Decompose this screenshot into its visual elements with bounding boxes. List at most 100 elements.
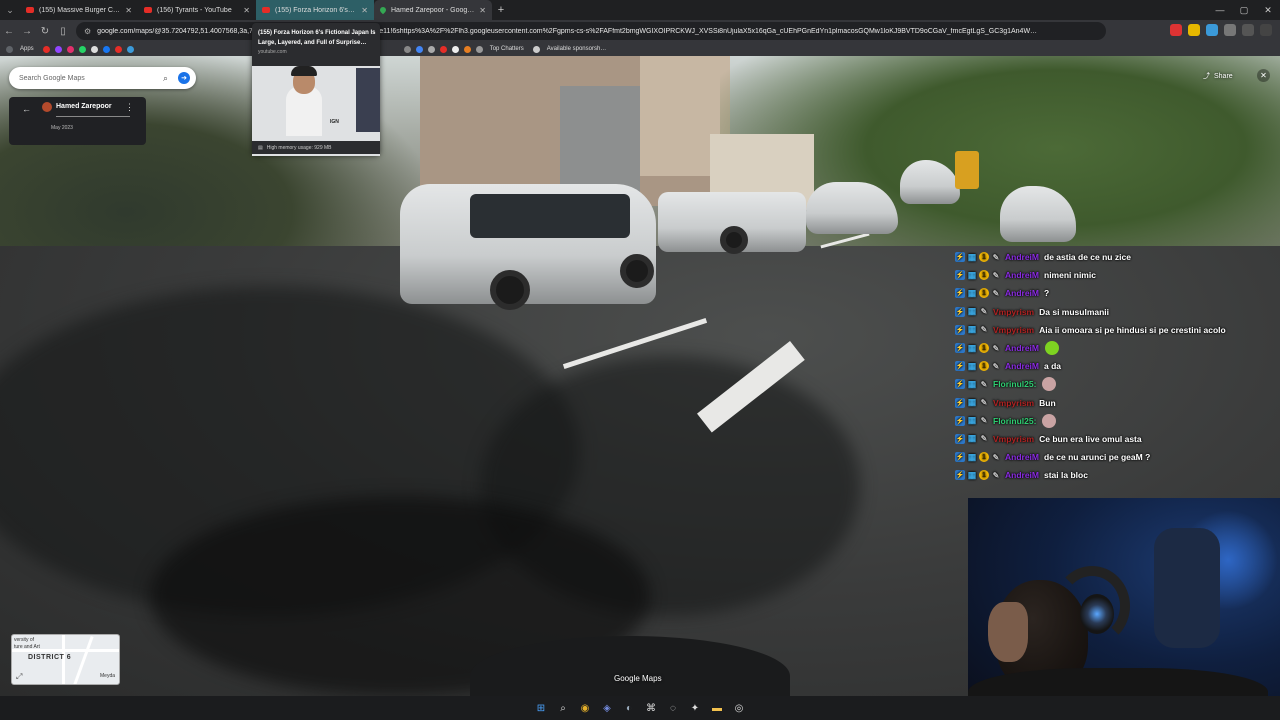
tab-massive-burger[interactable]: (155) Massive Burger Crowned ✕ — [20, 0, 138, 20]
place-name[interactable]: Hamed Zarepoor — [56, 103, 112, 110]
chat-username[interactable]: AndreiM — [1005, 452, 1039, 462]
app-icon[interactable]: ◎ — [731, 700, 747, 716]
chat-username[interactable]: AndreiM — [1005, 361, 1039, 371]
street-view-place-card: ← Hamed Zarepoor ⋮ May 2023 — [9, 97, 146, 145]
minimize-icon[interactable]: — — [1208, 0, 1232, 20]
chat-message: ⚡ ▦ 1 ✎ AndreiM stai la bloc — [955, 466, 1255, 484]
discord-icon[interactable]: ◈ — [599, 700, 615, 716]
chat-username[interactable]: AndreiM — [1005, 470, 1039, 480]
window-controls: — ▢ ✕ — [1208, 0, 1280, 20]
chat-username[interactable]: Florinul25: — [993, 379, 1036, 389]
chat-message: ⚡ ▦ ✎ Florinul25: — [955, 375, 1255, 393]
file-explorer-icon[interactable]: ▬ — [709, 700, 725, 716]
chat-username[interactable]: Vmpyrism — [993, 307, 1034, 317]
close-tab-icon[interactable]: ✕ — [361, 6, 368, 15]
capture-date[interactable]: May 2023 — [51, 125, 73, 131]
minimap[interactable]: versity of ture and Art DISTRICT 6 Meyda… — [11, 634, 120, 685]
bookmark-icon[interactable] — [54, 45, 62, 53]
extension-icon[interactable] — [1206, 24, 1218, 36]
side-panel-icon[interactable]: ▯ — [54, 26, 72, 37]
tab-search-icon[interactable]: ⌄ — [0, 0, 20, 20]
close-window-icon[interactable]: ✕ — [1256, 0, 1280, 20]
chat-username[interactable]: AndreiM — [1005, 270, 1039, 280]
coin-badge-icon: 1 — [979, 343, 989, 354]
app-icon[interactable]: ✦ — [687, 700, 703, 716]
reload-icon[interactable]: ↻ — [36, 26, 54, 37]
subscriber-badge-icon: ▦ — [967, 342, 977, 353]
bookmark-icon[interactable] — [102, 45, 110, 53]
subscriber-badge-icon: ▦ — [967, 287, 977, 298]
hover-card-domain: youtube.com — [258, 49, 287, 55]
directions-icon[interactable]: ➜ — [178, 72, 190, 84]
menu-icon[interactable] — [1260, 24, 1272, 36]
chat-username[interactable]: Vmpyrism — [993, 398, 1034, 408]
search-icon[interactable]: ⌕ — [555, 700, 571, 716]
sword-badge-icon: ✎ — [992, 361, 1000, 371]
tab-forza[interactable]: (155) Forza Horizon 6's Fiction ✕ — [256, 0, 374, 20]
chrome-icon[interactable]: ◉ — [577, 700, 593, 716]
globe-icon[interactable] — [475, 45, 483, 53]
bookmark-icon[interactable] — [403, 45, 411, 53]
prime-badge-icon: ⚡ — [955, 397, 965, 408]
bookmark-icon[interactable] — [439, 45, 447, 53]
steam-icon[interactable]: ◐ — [621, 700, 637, 716]
bookmark-icon[interactable] — [66, 45, 74, 53]
profile-icon[interactable] — [1242, 24, 1254, 36]
chat-username[interactable]: Vmpyrism — [993, 434, 1034, 444]
chat-text: Aia ii omoara si pe hindusi si pe cresti… — [1039, 324, 1226, 335]
back-icon[interactable]: ← — [0, 26, 18, 37]
extensions-menu-icon[interactable] — [1224, 24, 1236, 36]
bookmark-icon[interactable] — [42, 45, 50, 53]
bookmark-top-chatters[interactable]: Top Chatters — [490, 46, 524, 52]
subscriber-badge-icon: ▦ — [967, 251, 977, 262]
chat-username[interactable]: Florinul25: — [993, 416, 1036, 426]
bookmark-icon[interactable] — [114, 45, 122, 53]
new-tab-button[interactable]: + — [492, 4, 510, 16]
sword-badge-icon: ✎ — [980, 379, 988, 389]
bookmark-icon[interactable] — [451, 45, 459, 53]
thumbnail-panel — [356, 68, 380, 132]
bookmark-icon[interactable] — [78, 45, 86, 53]
chat-message: ⚡ ▦ ✎ Vmpyrism Aia ii omoara si pe hindusi s… — [955, 321, 1255, 339]
map-label: Meyda — [100, 673, 116, 679]
bookmark-icon[interactable] — [427, 45, 435, 53]
bookmark-icon[interactable] — [463, 45, 471, 53]
close-tab-icon[interactable]: ✕ — [243, 6, 250, 15]
close-tab-icon[interactable]: ✕ — [125, 6, 132, 15]
app-icon[interactable]: ⌘ — [643, 700, 659, 716]
address-bar[interactable]: ⚙ google.com/maps/@35.7204792,51.4007568… — [76, 22, 1106, 40]
back-arrow-icon[interactable]: ← — [22, 104, 31, 114]
close-tab-icon[interactable]: ✕ — [479, 6, 486, 15]
bookmark-available[interactable]: Available sponsorsh… — [547, 46, 607, 52]
bookmark-icon[interactable] — [532, 45, 540, 53]
bookmark-apps[interactable]: Apps — [20, 46, 34, 52]
maximize-icon[interactable]: ▢ — [1232, 0, 1256, 20]
bookmark-icon[interactable] — [415, 45, 423, 53]
close-street-view-button[interactable]: ✕ — [1257, 69, 1270, 82]
maps-search-box[interactable]: Search Google Maps ⌕ ➜ — [9, 67, 196, 89]
more-options-icon[interactable]: ⋮ — [125, 102, 134, 113]
site-info-icon[interactable]: ⚙ — [84, 27, 91, 36]
chat-username[interactable]: AndreiM — [1005, 343, 1039, 353]
bookmark-icon[interactable] — [90, 45, 98, 53]
start-icon[interactable]: ⊞ — [533, 700, 549, 716]
search-icon[interactable]: ⌕ — [163, 73, 168, 84]
extension-icon[interactable] — [1170, 24, 1182, 36]
car-wheel — [620, 254, 654, 288]
chat-username[interactable]: AndreiM — [1005, 288, 1039, 298]
app-icon[interactable]: ◌ — [665, 700, 681, 716]
chat-username[interactable]: AndreiM — [1005, 252, 1039, 262]
chat-text: Ce bun era live omul asta — [1039, 433, 1142, 444]
sword-badge-icon: ✎ — [992, 252, 1000, 262]
forward-icon[interactable]: → — [18, 26, 36, 37]
subscriber-badge-icon: ▦ — [967, 415, 977, 426]
tab-tyrants[interactable]: (156) Tyrants - YouTube ✕ — [138, 0, 256, 20]
expand-map-icon[interactable]: ⤢ — [16, 672, 26, 682]
chat-username[interactable]: Vmpyrism — [993, 325, 1034, 335]
apps-icon[interactable] — [6, 45, 13, 53]
extension-icon[interactable] — [1188, 24, 1200, 36]
search-input[interactable]: Search Google Maps — [19, 75, 163, 82]
bookmark-icon[interactable] — [126, 45, 134, 53]
tab-google-maps[interactable]: Hamed Zarepoor - Google Ma ✕ — [374, 0, 492, 20]
share-button[interactable]: ⤴ Share — [1203, 69, 1233, 83]
